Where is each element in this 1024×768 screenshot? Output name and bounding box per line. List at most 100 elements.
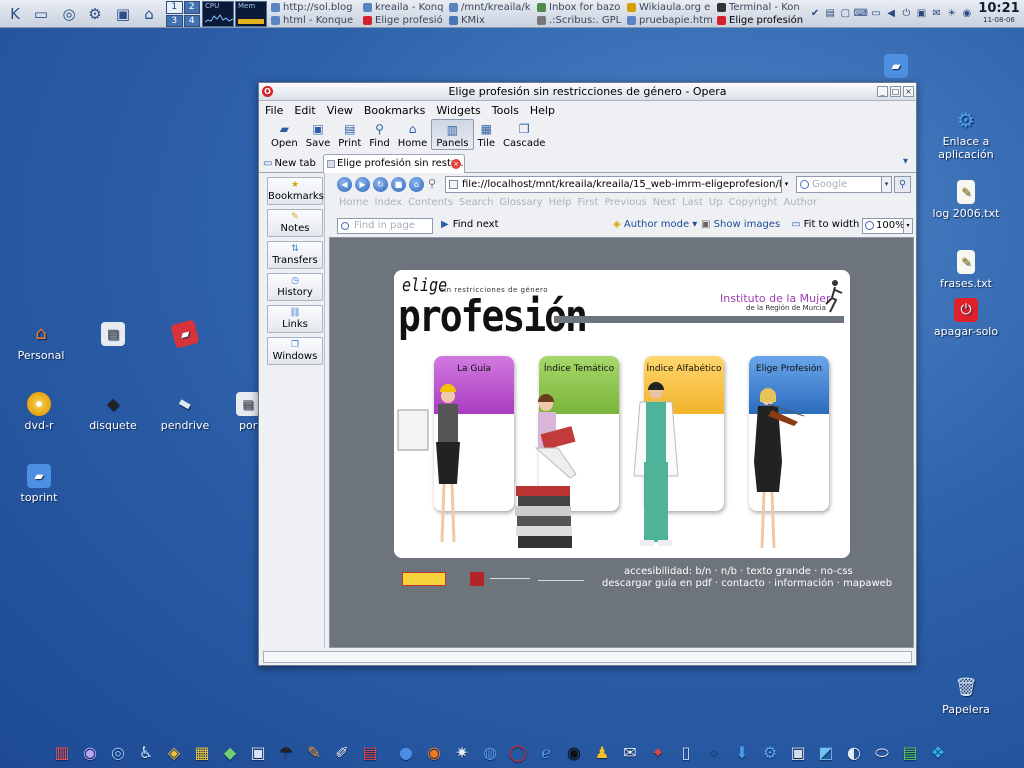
app-nu-icon[interactable]: ◉ [76, 740, 104, 766]
volume-icon[interactable]: ◀ [884, 5, 898, 21]
find-next-button[interactable]: ▶ Find next [441, 219, 499, 230]
download-icon[interactable]: ⬇ [728, 740, 756, 766]
konqueror-icon[interactable]: ✷ [448, 740, 476, 766]
address-dropdown-icon[interactable]: ▾ [781, 176, 791, 193]
home-nav-button[interactable]: ⌂ [409, 177, 424, 192]
desktop-icon-pendrive[interactable]: ▬ pendrive [146, 392, 224, 432]
krita-icon[interactable]: ✧ [700, 740, 728, 766]
address-input[interactable]: file://localhost/mnt/kreaila/kreaila/15_… [445, 176, 791, 193]
mail-icon[interactable]: ✉ [930, 5, 944, 21]
show-images-button[interactable]: ▣ Show images [701, 219, 780, 230]
minimize-button[interactable]: _ [877, 86, 888, 97]
author-mode-button[interactable]: ◈ Author mode ▾ [613, 219, 697, 230]
firefox-icon[interactable]: ◉ [420, 740, 448, 766]
desktop-icon-papelera[interactable]: 🗑 Papelera [927, 676, 1005, 717]
desktop-icon-personal[interactable]: ⌂ Personal [2, 322, 80, 363]
desktop-icon-drive[interactable]: ▤ [74, 322, 152, 349]
menu-edit[interactable]: Edit [294, 104, 315, 117]
task-button[interactable]: /mnt/kreaila/k [448, 1, 540, 14]
menu-file[interactable]: File [265, 104, 283, 117]
mail-icon[interactable]: ✉ [616, 740, 644, 766]
task-button[interactable]: pruebapie.htm [626, 14, 718, 27]
menu-tools[interactable]: Tools [492, 104, 519, 117]
editor-icon[interactable]: ✐ [328, 740, 356, 766]
zoom-dropdown-icon[interactable]: ▾ [903, 219, 912, 233]
network-icon[interactable]: ◎ [104, 740, 132, 766]
monitor-icon[interactable]: ▭ [869, 5, 883, 21]
ie-icon[interactable]: ℯ [532, 740, 560, 766]
home-button[interactable]: ⌂ Home [394, 119, 432, 150]
close-button[interactable]: × [903, 86, 914, 97]
panel-notes[interactable]: ✎ Notes [267, 209, 323, 237]
desktop-icon[interactable]: ▭ [30, 3, 52, 25]
forward-button[interactable]: ▶ [355, 177, 370, 192]
desktop-2[interactable]: 2 [183, 1, 200, 14]
task-button[interactable]: KMix [448, 14, 540, 27]
panel-links[interactable]: ⛓ Links [267, 305, 323, 333]
desktop-4[interactable]: 4 [183, 14, 200, 27]
task-button[interactable]: Terminal - Kon [716, 1, 808, 14]
php-icon[interactable]: ⬭ [868, 740, 896, 766]
calculator-icon[interactable]: ▥ [48, 740, 76, 766]
editor-icon[interactable]: ▤ [896, 740, 924, 766]
panel-transfers[interactable]: ⇅ Transfers [267, 241, 323, 269]
menu-widgets[interactable]: Widgets [436, 104, 480, 117]
search-dropdown-icon[interactable]: ▾ [881, 177, 891, 192]
note-icon[interactable]: ▤ [823, 5, 837, 21]
accessibility-links[interactable]: accesibilidad: b/n · n/b · texto grande … [624, 566, 853, 577]
screenshot-icon[interactable]: ◩ [812, 740, 840, 766]
maximize-button[interactable]: □ [890, 86, 901, 97]
find-input[interactable]: Find in page [337, 218, 433, 234]
region-murcia-logo[interactable] [470, 572, 484, 586]
desktop-icon-frases[interactable]: ✎ frases.txt [927, 250, 1005, 290]
task-button[interactable]: kreaila - Konq [362, 1, 454, 14]
keyboard-icon[interactable]: ⌨ [853, 5, 867, 21]
menu-help[interactable]: Help [530, 104, 555, 117]
search-input[interactable]: Google ▾ [796, 176, 892, 193]
gallery-icon[interactable]: ▦ [188, 740, 216, 766]
task-button-active[interactable]: Elige profesión [716, 14, 808, 27]
title-bar[interactable]: O Elige profesión sin restricciones de g… [259, 83, 916, 101]
menu-view[interactable]: View [327, 104, 353, 117]
find-button[interactable]: ⚲ Find [365, 119, 394, 150]
desktop-icon-dvd[interactable]: dvd-r [0, 392, 78, 432]
desktop-icon-log[interactable]: ✎ log 2006.txt [927, 180, 1005, 220]
desktop-icon-apagar[interactable]: ⏻ apagar-solo [927, 298, 1005, 338]
desktop-icon-toprint[interactable]: ▰ toprint [0, 464, 78, 504]
zoom-select[interactable]: 100% ▾ [862, 218, 913, 234]
brush-icon[interactable]: ✎ [300, 740, 328, 766]
menu-bookmarks[interactable]: Bookmarks [364, 104, 425, 117]
instituto-logo[interactable] [538, 580, 584, 584]
clock[interactable]: 10:21 11-08-06 [976, 1, 1022, 24]
palette-icon[interactable]: ◈ [160, 740, 188, 766]
task-button[interactable]: http://sol.blog [270, 1, 362, 14]
star-icon[interactable]: ✦ [644, 740, 672, 766]
accessibility-icon[interactable]: ♿ [132, 740, 160, 766]
globe-icon[interactable]: ● [392, 740, 420, 766]
ministerio-logo[interactable] [402, 572, 446, 586]
back-button[interactable]: ◀ [337, 177, 352, 192]
earth-icon[interactable]: ◍ [476, 740, 504, 766]
task-button[interactable]: .:Scribus:. GPL [536, 14, 628, 27]
footer-links[interactable]: descargar guía en pdf · contacto · infor… [602, 578, 892, 589]
kde-menu-icon[interactable]: K [4, 3, 26, 25]
image-viewer-icon[interactable]: ▣ [244, 740, 272, 766]
new-tab-button[interactable]: ▭ New tab [263, 155, 321, 172]
terminal-icon[interactable]: ▣ [112, 3, 134, 25]
user-icon[interactable]: ♟ [588, 740, 616, 766]
tile-button[interactable]: ▦ Tile [474, 119, 500, 150]
panels-button[interactable]: ▥ Panels [431, 119, 474, 150]
cube-icon[interactable]: ◆ [216, 740, 244, 766]
document-icon[interactable]: ▯ [672, 740, 700, 766]
magnifier-icon[interactable]: ⚲ [428, 177, 436, 190]
panel-bookmarks[interactable]: ★ Bookmarks [267, 177, 324, 205]
tab-close-icon[interactable]: × [451, 159, 461, 169]
task-button[interactable]: Elige profesió [362, 14, 454, 27]
tab-elige-profesion[interactable]: Elige profesión sin restr... × [323, 154, 465, 173]
desktop-icon-disquete[interactable]: ◆ disquete [74, 392, 152, 433]
desktop-icon-enlace[interactable]: ⚙ Enlace a aplicación [927, 108, 1005, 161]
terminal-icon[interactable]: ▣ [784, 740, 812, 766]
task-button[interactable]: Inbox for bazo [536, 1, 628, 14]
task-button[interactable]: html - Konque [270, 14, 362, 27]
fit-to-width-button[interactable]: ▭ Fit to width [791, 219, 859, 230]
